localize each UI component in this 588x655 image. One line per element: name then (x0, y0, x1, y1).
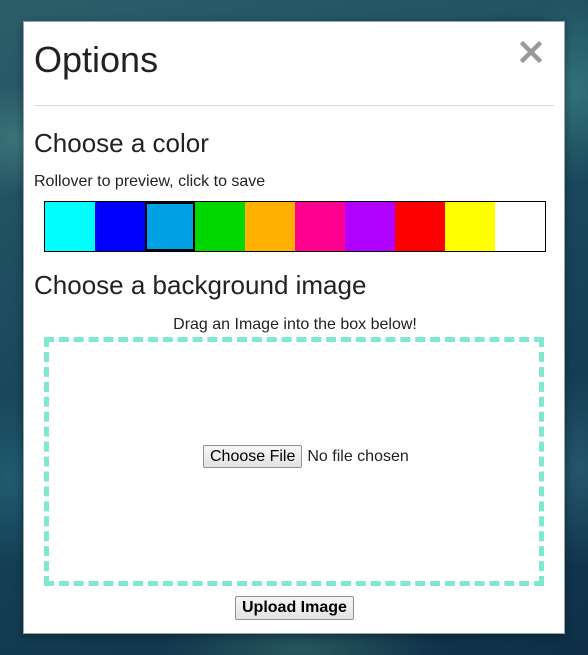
dialog-title: Options (34, 39, 159, 80)
close-button[interactable] (518, 36, 544, 66)
color-swatch-sky-blue[interactable] (145, 202, 195, 251)
color-swatch-blue[interactable] (95, 202, 145, 251)
color-swatch-purple[interactable] (345, 202, 395, 251)
image-drop-zone[interactable]: Choose File No file chosen (44, 337, 544, 586)
color-swatch-cyan[interactable] (45, 202, 95, 251)
color-swatch-pink[interactable] (295, 202, 345, 251)
color-swatch-red[interactable] (395, 202, 445, 251)
color-swatch-orange[interactable] (245, 202, 295, 251)
color-hint: Rollover to preview, click to save (34, 173, 266, 190)
choose-file-button[interactable]: Choose File (203, 445, 303, 468)
color-section-heading: Choose a color (34, 128, 209, 158)
color-swatch-white[interactable] (495, 202, 545, 251)
file-input: Choose File No file chosen (203, 445, 409, 468)
drop-caption: Drag an Image into the box below! (173, 316, 417, 333)
options-dialog: Options Choose a color Rollover to previ… (23, 21, 565, 634)
close-icon (519, 40, 543, 64)
title-divider (34, 105, 554, 106)
color-swatch-bar (44, 201, 546, 252)
file-status: No file chosen (307, 447, 409, 465)
color-swatch-yellow[interactable] (445, 202, 495, 251)
color-swatch-green[interactable] (195, 202, 245, 251)
background-section-heading: Choose a background image (34, 270, 367, 300)
upload-image-button[interactable]: Upload Image (235, 596, 354, 620)
